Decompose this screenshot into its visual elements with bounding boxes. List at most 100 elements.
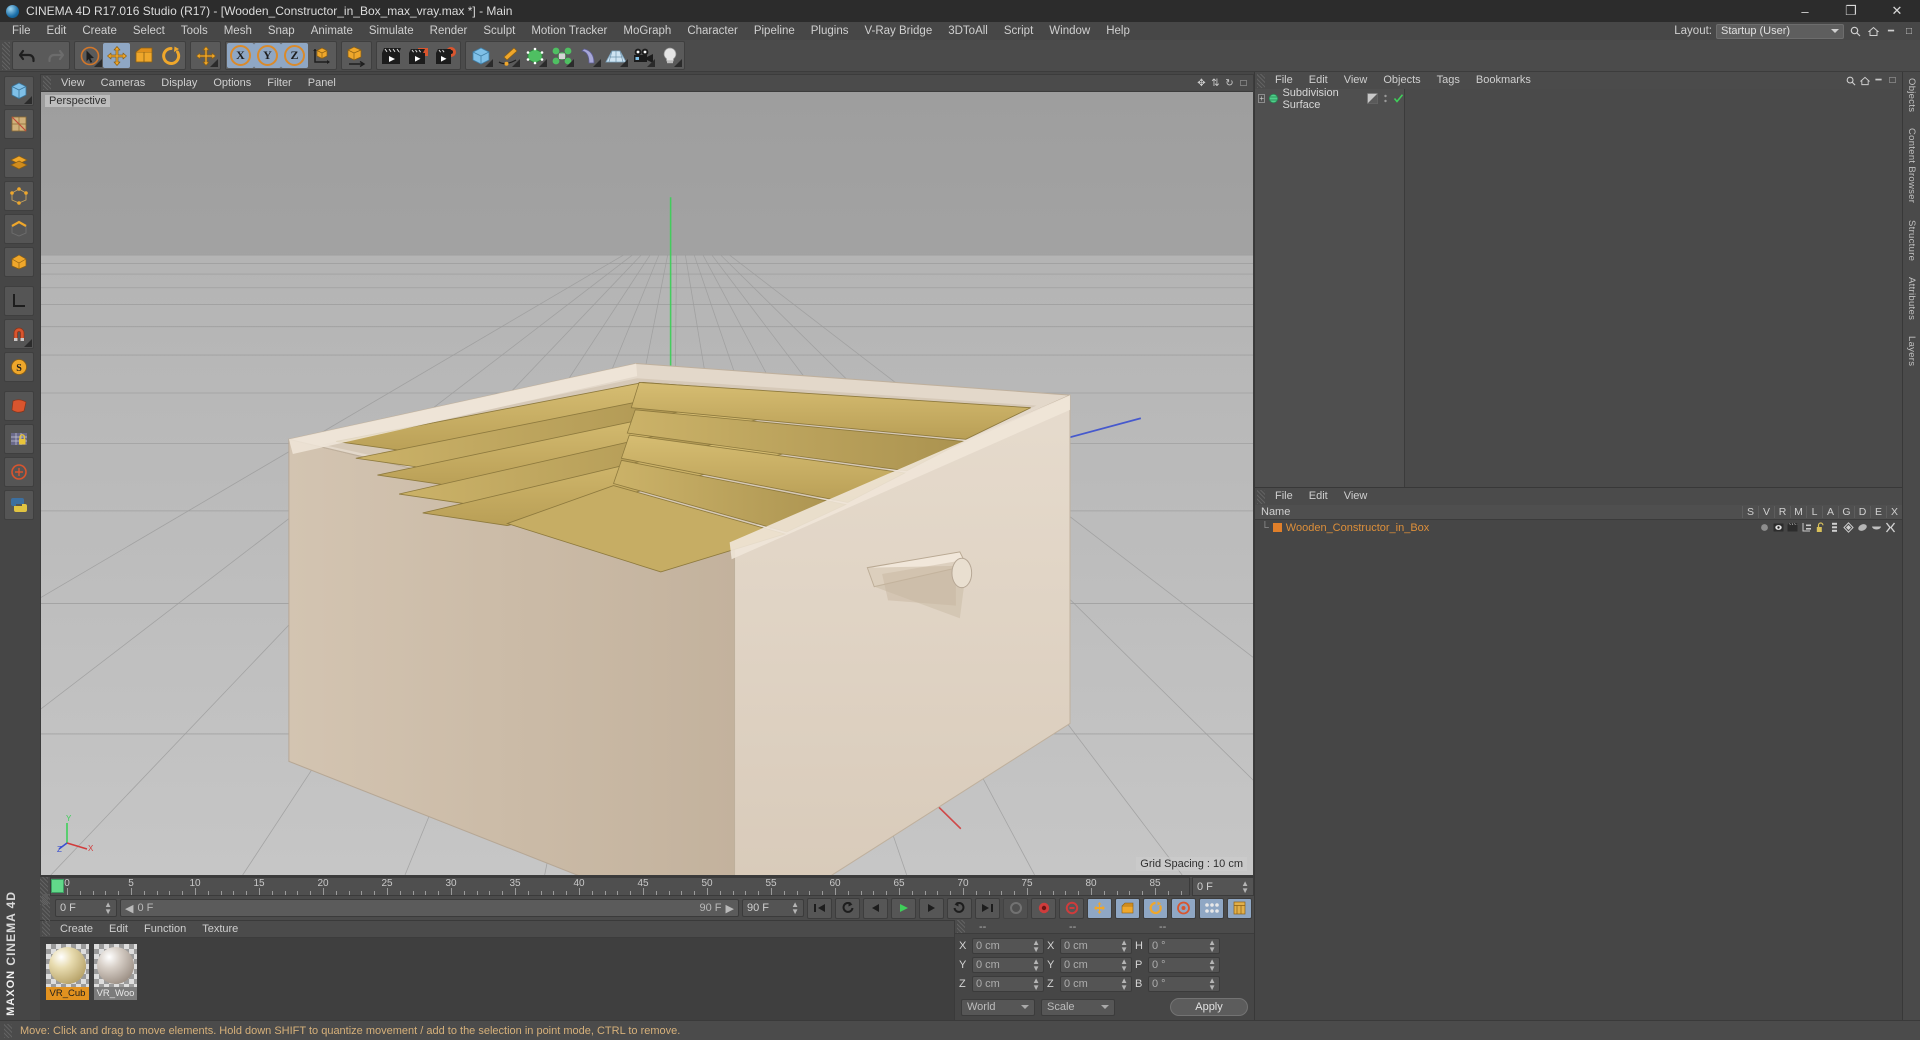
position-y-field[interactable]: 0 cm ▲ ▼	[972, 956, 1044, 973]
menu-item-help[interactable]: Help	[1098, 22, 1138, 40]
step-back-button[interactable]	[863, 897, 888, 919]
menu-item-edit[interactable]: Edit	[39, 22, 75, 40]
menu-item-3dtoall[interactable]: 3DToAll	[940, 22, 996, 40]
toolbar-grip[interactable]	[2, 41, 10, 70]
object-manager-menu-bookmarks[interactable]: Bookmarks	[1468, 72, 1539, 89]
layer-column-s[interactable]: S	[1742, 506, 1758, 518]
tool-options-corner[interactable]	[566, 59, 574, 67]
viewport-maximize-icon[interactable]: □	[1238, 78, 1249, 89]
edge-mode-tool[interactable]	[4, 214, 34, 244]
lock-open-icon[interactable]	[1815, 522, 1826, 533]
viewport-menu-filter[interactable]: Filter	[259, 75, 299, 92]
python-script[interactable]	[4, 490, 34, 520]
lock-z-axis[interactable]: Z	[281, 43, 308, 68]
spinner-icon[interactable]: ▲ ▼	[1032, 957, 1040, 972]
material-menu-texture[interactable]: Texture	[194, 921, 246, 938]
position-key-button[interactable]	[1087, 897, 1112, 919]
frame-end-field[interactable]: 90 F ▲ ▼	[742, 899, 804, 917]
add-deformer-object[interactable]	[575, 43, 602, 68]
menu-item-create[interactable]: Create	[74, 22, 125, 40]
menu-item-mesh[interactable]: Mesh	[216, 22, 260, 40]
tool-options-corner[interactable]	[647, 59, 655, 67]
menu-item-script[interactable]: Script	[996, 22, 1041, 40]
lock-y-axis[interactable]: Y	[254, 43, 281, 68]
timeline-ruler[interactable]: 051015202530354045505560657075808590	[50, 877, 1190, 896]
position-z-field[interactable]: 0 cm ▲ ▼	[972, 975, 1044, 992]
lock-workplane[interactable]	[4, 424, 34, 454]
coordinate-system-select[interactable]: World	[961, 998, 1035, 1016]
preview-range-slider[interactable]: ◀ 0 F 90 F ▶	[120, 899, 739, 917]
size-z-field[interactable]: 0 cm ▲ ▼	[1060, 975, 1132, 992]
size-y-field[interactable]: 0 cm ▲ ▼	[1060, 956, 1132, 973]
go-to-start-button[interactable]	[807, 897, 832, 919]
lock-x-axis[interactable]: X	[227, 43, 254, 68]
viewport-menu-options[interactable]: Options	[205, 75, 259, 92]
phong-tag-icon[interactable]	[1367, 93, 1379, 104]
layer-row[interactable]: └ Wooden_Constructor_in_Box	[1255, 520, 1902, 535]
step-forward-button[interactable]	[919, 897, 944, 919]
spinner-icon[interactable]: ▲ ▼	[1208, 976, 1216, 991]
spinner-icon[interactable]: ▲ ▼	[1208, 957, 1216, 972]
spinner-icon[interactable]: ▲ ▼	[1120, 938, 1128, 953]
record-active-objects-button[interactable]	[1003, 897, 1028, 919]
add-camera-object[interactable]	[629, 43, 656, 68]
model-mode-tool[interactable]	[4, 76, 34, 106]
add-generator-object[interactable]	[521, 43, 548, 68]
viewport-move-icon[interactable]: ✥	[1196, 78, 1207, 89]
layer-manager-menu-file[interactable]: File	[1267, 488, 1301, 505]
home-icon[interactable]	[1859, 75, 1870, 86]
viewport-menu-grip[interactable]	[43, 76, 51, 90]
move-tool[interactable]	[103, 43, 130, 68]
texture-mode-tool[interactable]	[4, 109, 34, 139]
visible-eye-icon[interactable]	[1773, 522, 1784, 533]
panel-minimize-icon[interactable]: ━	[1873, 75, 1884, 86]
position-x-field[interactable]: 0 cm ▲ ▼	[972, 937, 1044, 954]
dynamic-place-tool[interactable]	[192, 43, 219, 68]
object-manager-menu-tags[interactable]: Tags	[1429, 72, 1468, 89]
object-axis-tool[interactable]	[4, 247, 34, 277]
frame-start-field[interactable]: 0 F ▲ ▼	[55, 899, 117, 917]
layer-column-r[interactable]: R	[1774, 506, 1790, 518]
layer-column-l[interactable]: L	[1806, 506, 1822, 518]
rotation-p-field[interactable]: 0 ° ▲ ▼	[1148, 956, 1220, 973]
menu-item-tools[interactable]: Tools	[173, 22, 216, 40]
enable-axis-modification[interactable]	[4, 286, 34, 316]
layer-manager-menu-view[interactable]: View	[1336, 488, 1376, 505]
material-menu-grip[interactable]	[42, 922, 50, 936]
viewport-menu-panel[interactable]: Panel	[300, 75, 344, 92]
material-menu-edit[interactable]: Edit	[101, 921, 136, 938]
spinner-icon[interactable]: ▲ ▼	[1120, 976, 1128, 991]
tool-options-corner[interactable]	[94, 59, 102, 67]
panel-maximize-icon[interactable]: □	[1902, 24, 1916, 38]
maximize-button[interactable]: ❐	[1828, 0, 1874, 22]
add-modeling-object[interactable]	[548, 43, 575, 68]
deformers-icon[interactable]	[1857, 522, 1868, 533]
viewport-solo-single[interactable]: S	[4, 352, 34, 382]
layer-column-x[interactable]: X	[1886, 506, 1902, 518]
menu-item-mograph[interactable]: MoGraph	[615, 22, 679, 40]
animation-bars-icon[interactable]	[1829, 522, 1840, 533]
undo-button[interactable]	[14, 43, 41, 68]
visible-check-icon[interactable]	[1393, 93, 1404, 104]
spinner-icon[interactable]: ▲ ▼	[104, 901, 112, 916]
render-to-picture-viewer-button[interactable]	[405, 43, 432, 68]
next-key-button[interactable]	[947, 897, 972, 919]
xpresso-icon[interactable]	[1885, 522, 1896, 533]
dock-tab-objects[interactable]: Objects	[1906, 78, 1917, 112]
layer-column-m[interactable]: M	[1790, 506, 1806, 518]
material-menu-create[interactable]: Create	[52, 921, 101, 938]
object-manager-grip[interactable]	[1257, 73, 1265, 88]
panel-minimize-icon[interactable]: ━	[1884, 24, 1898, 38]
menu-item-snap[interactable]: Snap	[260, 22, 303, 40]
layer-column-e[interactable]: E	[1870, 506, 1886, 518]
spinner-icon[interactable]: ▲ ▼	[791, 901, 799, 916]
menu-item-file[interactable]: File	[4, 22, 39, 40]
object-manager-body[interactable]: + Subdivision Surface	[1255, 87, 1902, 487]
object-tag-area[interactable]	[1405, 89, 1902, 487]
timeline-current-frame-field[interactable]: 0 F ▲ ▼	[1192, 877, 1254, 896]
layer-manager-menu-edit[interactable]: Edit	[1301, 488, 1336, 505]
generators-icon[interactable]	[1843, 522, 1854, 533]
layout-select[interactable]: Startup (User)	[1716, 23, 1844, 39]
search-icon[interactable]	[1848, 24, 1862, 38]
preview-range-right-arrow[interactable]: ▶	[726, 902, 734, 915]
